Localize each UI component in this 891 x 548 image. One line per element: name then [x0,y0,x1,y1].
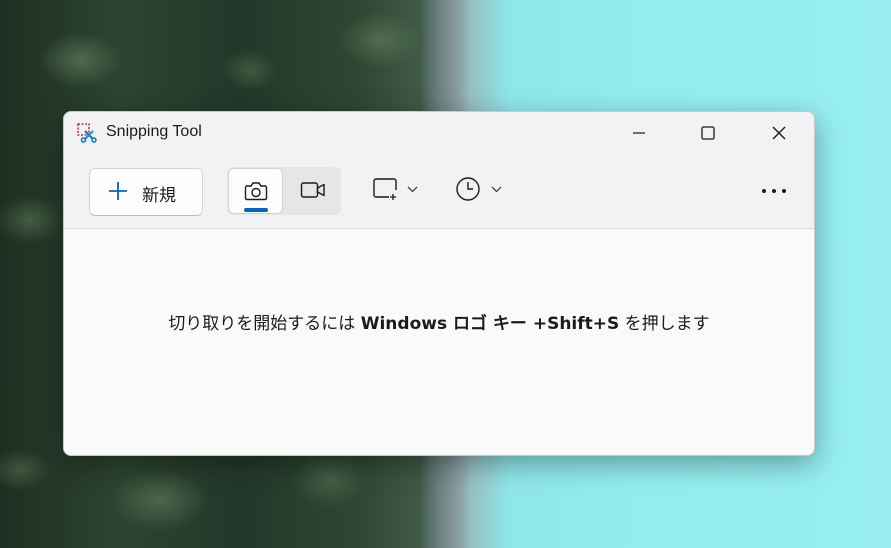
new-snip-button[interactable]: 新規 [89,168,203,216]
toolbar: 新規 [64,154,814,229]
plus-icon [109,182,127,200]
screenshot-mode-button[interactable] [228,168,283,214]
close-button[interactable] [749,112,809,154]
rectangle-snip-icon [373,178,418,200]
snipping-tool-app-icon [77,123,97,143]
more-horizontal-icon [762,189,786,193]
start-snip-hint: 切り取りを開始するには Windows ロゴ キー +Shift+S を押します [64,309,814,334]
hint-text-prefix: 切り取りを開始するには [168,314,361,334]
minimize-icon [633,132,645,134]
selected-mode-indicator [244,208,268,212]
window-title: Snipping Tool [106,123,202,140]
maximize-button[interactable] [678,112,738,154]
new-snip-label: 新規 [142,186,176,206]
delay-timer-dropdown[interactable] [456,174,508,206]
title-bar[interactable]: Snipping Tool [64,112,814,154]
capture-mode-toggle [227,167,341,215]
video-mode-button[interactable] [284,168,340,214]
snip-shape-dropdown[interactable] [372,176,424,206]
snip-canvas-area: 切り取りを開始するには Windows ロゴ キー +Shift+S を押します [64,229,814,455]
camera-icon [244,182,268,201]
video-camera-icon [300,182,325,198]
maximize-icon [701,126,715,140]
clock-icon [456,177,502,201]
hint-text-suffix: を押します [619,314,710,334]
shortcut-keys: Windows ロゴ キー +Shift+S [360,314,620,334]
minimize-button[interactable] [609,112,669,154]
close-icon [772,126,786,140]
more-options-button[interactable] [758,176,790,206]
snipping-tool-window: Snipping Tool 新規 切り取りを開始するには Windows ロゴ … [63,111,815,456]
